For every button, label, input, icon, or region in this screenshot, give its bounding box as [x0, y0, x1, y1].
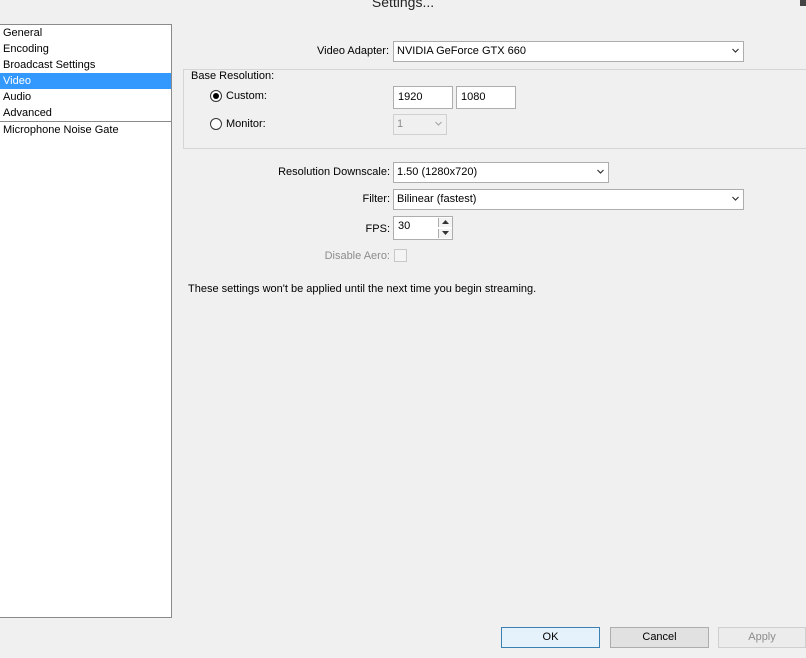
base-resolution-group [183, 69, 806, 149]
apply-button[interactable]: Apply [718, 627, 806, 648]
fps-decrement-button[interactable] [438, 229, 452, 238]
fps-increment-button[interactable] [438, 218, 452, 227]
cancel-button[interactable]: Cancel [610, 627, 709, 648]
chevron-down-icon [732, 48, 739, 53]
resolution-downscale-select[interactable]: 1.50 (1280x720) [393, 162, 609, 183]
filter-label: Filter: [362, 193, 391, 205]
title-bar: Settings... [0, 0, 806, 18]
disable-aero-checkbox[interactable] [394, 249, 407, 262]
sidebar-item-video[interactable]: Video [0, 73, 171, 89]
sidebar-item-microphone-noise-gate[interactable]: Microphone Noise Gate [0, 122, 171, 138]
disable-aero-label: Disable Aero: [324, 250, 390, 262]
sidebar-item-audio[interactable]: Audio [0, 89, 171, 105]
sidebar-item-general[interactable]: General [0, 25, 171, 41]
fps-value: 30 [398, 220, 411, 232]
monitor-resolution-label: Monitor: [226, 118, 266, 130]
custom-resolution-label: Custom: [226, 90, 267, 102]
monitor-select[interactable]: 1 [393, 114, 447, 135]
sidebar-item-encoding[interactable]: Encoding [0, 41, 171, 57]
resolution-downscale-label: Resolution Downscale: [278, 166, 390, 178]
custom-resolution-radio[interactable] [210, 90, 222, 102]
monitor-resolution-radio[interactable] [210, 118, 222, 130]
monitor-value: 1 [397, 118, 404, 130]
fps-label: FPS: [365, 223, 390, 235]
custom-height-input[interactable]: 1080 [456, 86, 516, 109]
resolution-downscale-value: 1.50 (1280x720) [397, 166, 478, 178]
video-adapter-select[interactable]: NVIDIA GeForce GTX 660 [393, 41, 744, 62]
chevron-down-icon [732, 196, 739, 201]
filter-select[interactable]: Bilinear (fastest) [393, 189, 744, 210]
chevron-down-icon [597, 169, 604, 174]
video-adapter-label: Video Adapter: [317, 45, 389, 57]
custom-width-input[interactable]: 1920 [393, 86, 453, 109]
base-resolution-label: Base Resolution: [189, 70, 277, 82]
filter-value: Bilinear (fastest) [397, 193, 477, 205]
settings-category-list[interactable]: General Encoding Broadcast Settings Vide… [0, 24, 172, 618]
settings-note: These settings won't be applied until th… [188, 283, 537, 295]
close-button-edge[interactable] [800, 0, 806, 6]
ok-button[interactable]: OK [501, 627, 600, 648]
window-title: Settings... [371, 0, 435, 10]
sidebar-item-advanced[interactable]: Advanced [0, 105, 171, 121]
caret-down-icon [442, 231, 449, 235]
sidebar-item-broadcast-settings[interactable]: Broadcast Settings [0, 57, 171, 73]
fps-spinbox[interactable]: 30 [393, 216, 453, 240]
radio-selected-dot [213, 93, 219, 99]
caret-up-icon [442, 220, 449, 224]
chevron-down-icon [435, 121, 442, 126]
video-adapter-value: NVIDIA GeForce GTX 660 [397, 45, 526, 57]
